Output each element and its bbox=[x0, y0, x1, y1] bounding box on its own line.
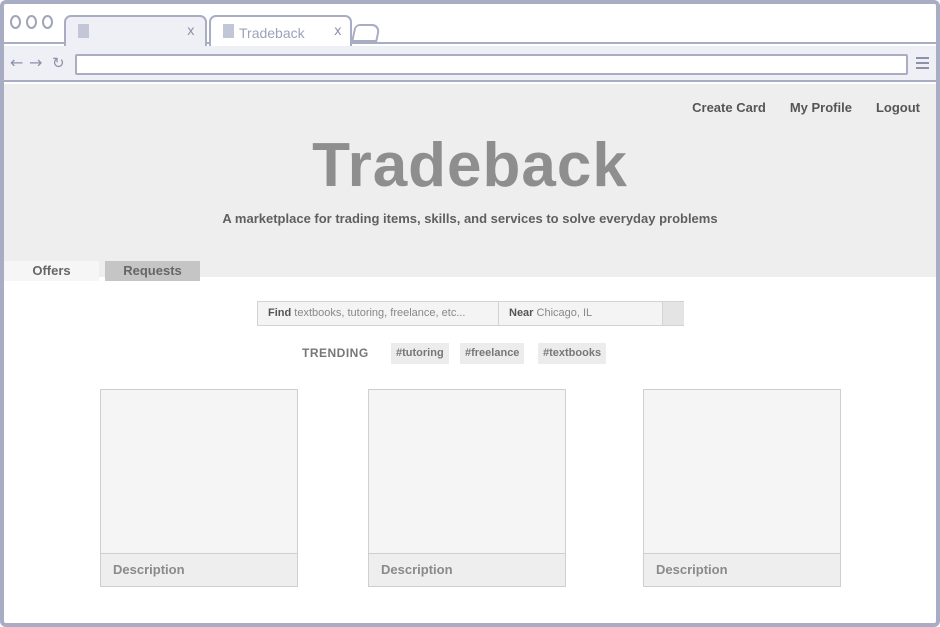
page-favicon-icon bbox=[223, 24, 234, 38]
create-card-link[interactable]: Create Card bbox=[692, 100, 766, 115]
tab-strip: x Tradeback x bbox=[4, 4, 936, 46]
navigation-bar: ← → ↻ bbox=[4, 46, 936, 82]
logout-link[interactable]: Logout bbox=[876, 100, 920, 115]
tag-freelance[interactable]: #freelance bbox=[460, 343, 525, 364]
tag-textbooks[interactable]: #textbooks bbox=[538, 343, 607, 364]
card-description: Description bbox=[644, 553, 840, 586]
site-header: Create Card My Profile Logout Tradeback … bbox=[4, 84, 936, 281]
near-label: Near bbox=[509, 307, 534, 319]
tab-requests[interactable]: Requests bbox=[105, 261, 200, 281]
back-arrow-icon[interactable]: ← bbox=[10, 53, 23, 72]
my-profile-link[interactable]: My Profile bbox=[790, 100, 852, 115]
window-maximize-dot-icon[interactable] bbox=[42, 15, 53, 29]
card-description: Description bbox=[101, 553, 297, 586]
reload-icon[interactable]: ↻ bbox=[52, 54, 65, 72]
window-minimize-dot-icon[interactable] bbox=[26, 15, 37, 29]
site-logo-title: Tradeback bbox=[312, 131, 628, 200]
find-label: Find bbox=[268, 307, 292, 319]
search-bar: Find textbooks, tutoring, freelance, etc… bbox=[257, 301, 684, 326]
find-input[interactable]: Find textbooks, tutoring, freelance, etc… bbox=[258, 302, 499, 325]
tab-close-icon[interactable]: x bbox=[187, 24, 195, 39]
listing-card[interactable]: Description bbox=[100, 389, 298, 587]
site-tagline: A marketplace for trading items, skills,… bbox=[222, 211, 718, 226]
menu-icon[interactable] bbox=[916, 57, 929, 72]
header-nav: Create Card My Profile Logout bbox=[692, 100, 920, 115]
page-favicon-icon bbox=[78, 24, 89, 38]
tab-offers[interactable]: Offers bbox=[4, 261, 99, 281]
near-value: Chicago, IL bbox=[536, 307, 593, 319]
card-description: Description bbox=[369, 553, 565, 586]
tag-tutoring[interactable]: #tutoring bbox=[391, 343, 449, 364]
card-image bbox=[369, 390, 565, 553]
new-tab-button[interactable] bbox=[351, 24, 381, 42]
card-image bbox=[644, 390, 840, 553]
browser-tab-1[interactable]: x bbox=[64, 15, 207, 46]
listing-card[interactable]: Description bbox=[368, 389, 566, 587]
search-button[interactable] bbox=[663, 302, 684, 325]
trending-label: TRENDING bbox=[302, 346, 369, 360]
browser-window: x Tradeback x ← → ↻ Create Card My Profi… bbox=[0, 0, 940, 627]
near-input[interactable]: Near Chicago, IL bbox=[499, 302, 663, 325]
browser-tab-2[interactable]: Tradeback x bbox=[209, 15, 352, 46]
tab-title: Tradeback bbox=[239, 25, 305, 41]
forward-arrow-icon[interactable]: → bbox=[29, 53, 42, 72]
window-close-dot-icon[interactable] bbox=[10, 15, 21, 29]
find-placeholder: textbooks, tutoring, freelance, etc... bbox=[294, 307, 466, 319]
card-image bbox=[101, 390, 297, 553]
listing-card[interactable]: Description bbox=[643, 389, 841, 587]
address-bar-input[interactable] bbox=[75, 54, 908, 75]
tab-close-icon[interactable]: x bbox=[334, 24, 342, 39]
